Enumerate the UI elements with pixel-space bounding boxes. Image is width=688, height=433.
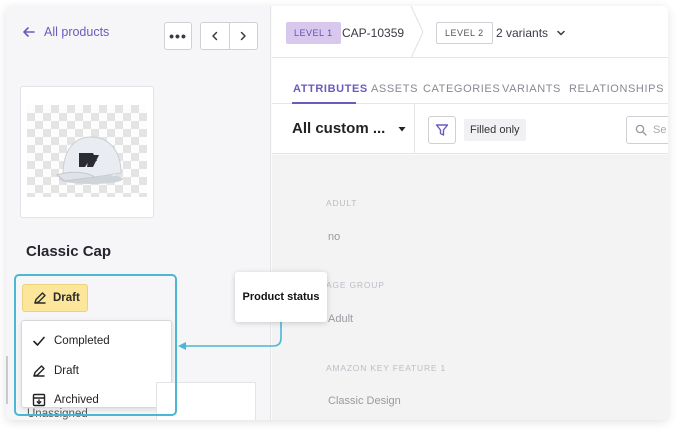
arrow-left-icon	[23, 27, 35, 37]
level1-id[interactable]: CAP-10359	[342, 26, 404, 40]
attribute-label: ADULT	[326, 198, 358, 208]
caret-down-icon	[398, 126, 406, 131]
cap-image-icon	[55, 136, 123, 184]
attribute-value[interactable]: no	[328, 231, 340, 243]
chevron-left-icon	[212, 31, 218, 41]
filled-only-chip[interactable]: Filled only	[464, 119, 526, 141]
chevron-right-icon	[241, 31, 247, 41]
attribute-value[interactable]: Classic Design	[328, 395, 401, 407]
level2-badge: LEVEL 2	[436, 22, 493, 44]
level1-badge: LEVEL 1	[286, 22, 341, 44]
search-icon	[635, 124, 647, 136]
divider	[414, 104, 415, 154]
tab-variants[interactable]: VARIANTS	[502, 83, 561, 95]
tab-bar: ATTRIBUTES ASSETS CATEGORIES VARIANTS RE…	[272, 58, 668, 104]
attribute-label: AMAZON KEY FEATURE 1	[326, 363, 447, 373]
attribute-view-label: All custom ...	[292, 120, 386, 137]
filter-button[interactable]	[428, 116, 456, 144]
filter-icon	[435, 124, 449, 136]
back-to-products-link[interactable]: All products	[22, 25, 109, 39]
more-dots-icon: •••	[169, 28, 187, 44]
back-link-label: All products	[44, 25, 110, 39]
attribute-label: AGE GROUP	[326, 280, 385, 290]
product-status-callout: Product status	[235, 272, 327, 322]
tab-categories[interactable]: CATEGORIES	[423, 83, 500, 95]
search-input[interactable]: Se	[626, 116, 668, 144]
attribute-value[interactable]: Adult	[328, 313, 353, 325]
divider	[6, 356, 8, 404]
product-image[interactable]	[20, 86, 154, 218]
app-window: All products ••• Classic Cap Draft Compl…	[6, 6, 668, 420]
breadcrumb: LEVEL 1 CAP-10359 LEVEL 2 2 variants	[272, 6, 668, 58]
tab-relationships[interactable]: RELATIONSHIPS	[569, 83, 664, 95]
chevron-down-icon[interactable]	[556, 28, 566, 38]
product-sidebar: All products ••• Classic Cap Draft Compl…	[6, 6, 271, 420]
status-highlight-frame	[14, 274, 177, 416]
search-placeholder: Se	[653, 124, 667, 136]
attribute-list: ADULT no AGE GROUP Adult AMAZON KEY FEAT…	[272, 155, 668, 420]
level2-variants[interactable]: 2 variants	[496, 26, 548, 40]
product-nav-group	[200, 22, 258, 50]
tab-assets[interactable]: ASSETS	[371, 83, 418, 95]
previous-product-button[interactable]	[201, 23, 229, 49]
breadcrumb-separator-icon	[410, 6, 424, 58]
tab-attributes[interactable]: ATTRIBUTES	[293, 83, 368, 95]
more-actions-button[interactable]: •••	[164, 22, 192, 50]
next-product-button[interactable]	[228, 23, 257, 49]
product-title: Classic Cap	[26, 243, 112, 260]
filter-bar: All custom ... Filled only Se	[272, 104, 668, 154]
attribute-view-select[interactable]: All custom ...	[292, 120, 407, 137]
